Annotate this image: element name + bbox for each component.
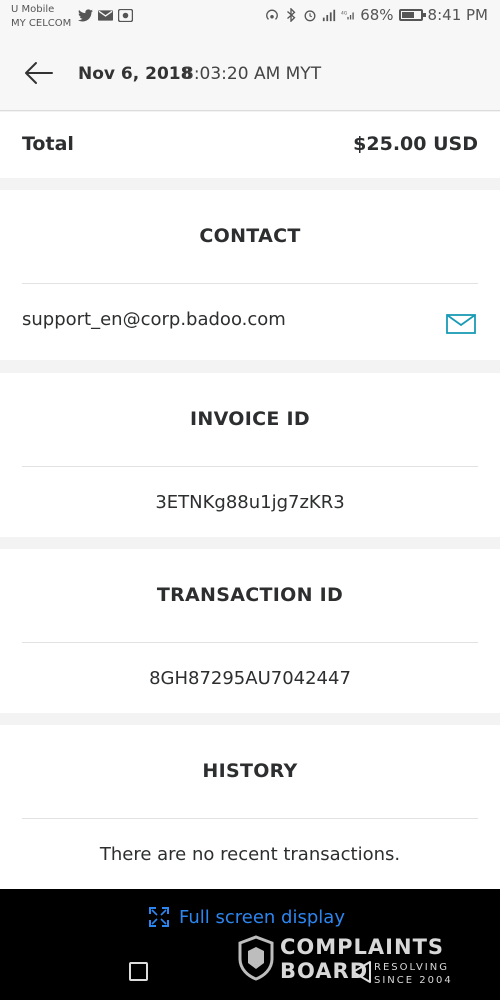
history-section: HISTORY There are no recent transactions… [0, 725, 500, 890]
contact-email[interactable]: support_en@corp.badoo.com [22, 309, 286, 330]
top-header: Nov 6, 2018 8:03:20 AM MYT [0, 36, 500, 111]
watermark-tag1: RESOLVING [374, 962, 449, 973]
total-amount: $25.00 USD [353, 133, 478, 155]
divider [22, 642, 478, 643]
hotspot-icon [266, 9, 279, 20]
total-label: Total [22, 133, 74, 155]
fullscreen-display-button[interactable]: Full screen display [148, 906, 345, 928]
notification-icons [78, 9, 133, 22]
invoice-section: INVOICE ID 3ETNKg88u1jg7zKR3 [0, 373, 500, 537]
contact-section: CONTACT support_en@corp.badoo.com [0, 190, 500, 360]
mail-icon [98, 10, 113, 21]
carrier-info: U Mobile MY CELCOM [11, 3, 71, 31]
system-status: 4G 68% 8:41 PM [265, 6, 488, 24]
battery-fill [401, 12, 414, 18]
fullscreen-label: Full screen display [179, 906, 345, 928]
status-bar: U Mobile MY CELCOM 4G 68% 8:41 PM [0, 0, 500, 36]
bluetooth-icon [287, 8, 296, 22]
total-card: Total $25.00 USD [0, 112, 500, 178]
nav-back-icon[interactable] [350, 960, 372, 984]
battery-percent: 68% [360, 6, 394, 24]
twitter-icon [78, 9, 93, 22]
back-arrow-icon[interactable] [24, 60, 54, 86]
watermark-line1: COMPLAINTS [280, 935, 445, 959]
contact-heading: CONTACT [199, 225, 301, 247]
battery-icon [398, 9, 426, 21]
transaction-id-value: 8GH87295AU7042447 [149, 668, 351, 689]
invoice-id-value: 3ETNKg88u1jg7zKR3 [155, 492, 345, 513]
clock: 8:41 PM [427, 6, 488, 24]
transaction-time: 8:03:20 AM MYT [183, 64, 322, 84]
envelope-icon[interactable] [446, 314, 476, 334]
svg-text:4G: 4G [341, 10, 348, 16]
expand-icon [149, 907, 169, 927]
bottom-bar: Full screen display COMPLAINTS BOARD RES… [0, 889, 500, 1000]
image-icon [118, 9, 133, 22]
alarm-icon [304, 10, 316, 22]
history-empty-message: There are no recent transactions. [99, 844, 401, 865]
watermark-tag2: SINCE 2004 [374, 975, 453, 986]
divider [22, 283, 478, 284]
carrier-line1: U Mobile [11, 4, 55, 15]
history-heading: HISTORY [202, 760, 298, 782]
divider [22, 818, 478, 819]
watermark-shield-icon [238, 935, 274, 981]
transaction-heading: TRANSACTION ID [156, 584, 344, 606]
recent-apps-button[interactable] [129, 962, 148, 981]
invoice-heading: INVOICE ID [190, 408, 310, 430]
signal-icon [323, 9, 336, 22]
divider [22, 466, 478, 467]
transaction-date: Nov 6, 2018 [78, 64, 193, 84]
carrier-line2: MY CELCOM [11, 18, 72, 29]
transaction-section: TRANSACTION ID 8GH87295AU7042447 [0, 549, 500, 713]
4g-icon: 4G [341, 10, 354, 20]
